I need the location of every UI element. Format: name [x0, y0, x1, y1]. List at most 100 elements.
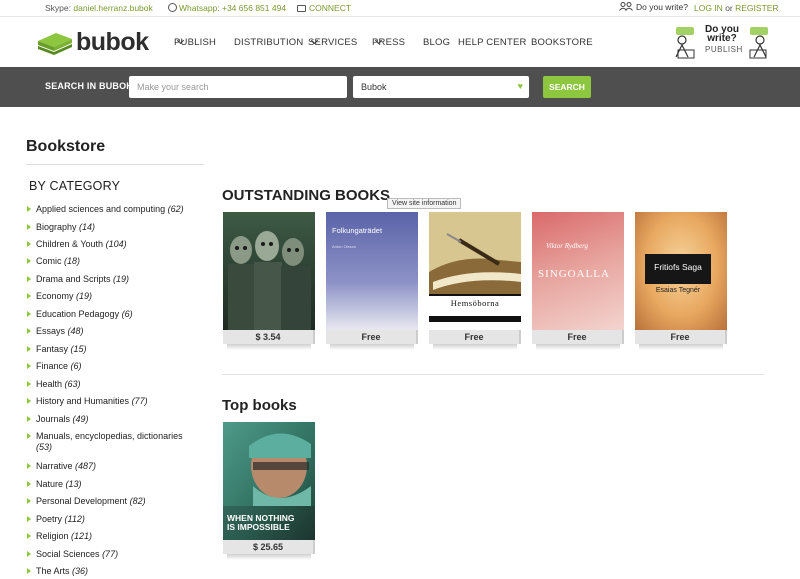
- top-bar: Skype: daniel.herranz.bubok Whatsapp: +3…: [0, 0, 800, 17]
- category-heading: BY CATEGORY: [29, 179, 121, 193]
- cover-title: Fritiofs Saga: [654, 262, 702, 272]
- cover-title: WHEN NOTHING IS IMPOSSIBLE: [227, 513, 295, 532]
- do-you-write-link[interactable]: Do you write?: [619, 2, 688, 12]
- cover-title: Hemsöborna: [450, 298, 500, 308]
- chat-icon: [297, 5, 306, 12]
- book-stack-icon: [38, 33, 72, 55]
- book-card[interactable]: Hemsöborna Free: [429, 212, 521, 350]
- nav-distribution[interactable]: DISTRIBUTION: [234, 37, 303, 48]
- search-label: SEARCH IN BUBOK: [45, 81, 134, 91]
- category-item[interactable]: Health (63): [27, 379, 206, 390]
- site-info-tooltip: View site information: [387, 198, 462, 209]
- book-price: $ 25.65: [223, 540, 315, 554]
- category-item[interactable]: Journals (49): [27, 414, 206, 425]
- skype-contact: Skype: daniel.herranz.bubok: [45, 3, 153, 13]
- pen-and-books-art: [429, 212, 521, 330]
- category-item[interactable]: Finance (6): [27, 361, 206, 372]
- book-price: Free: [635, 330, 727, 344]
- bullet-triangle-icon: [27, 276, 31, 282]
- book-cover[interactable]: Folkungaträdet Anton Olsson: [326, 212, 418, 330]
- book-cover[interactable]: WHEN NOTHING IS IMPOSSIBLE: [223, 422, 315, 540]
- connect-link[interactable]: CONNECT: [297, 3, 351, 13]
- bullet-triangle-icon: [27, 398, 31, 404]
- nav-services[interactable]: SERVICES: [308, 36, 357, 48]
- cover-author: Anton Olsson: [332, 244, 357, 249]
- book-cover[interactable]: [223, 212, 315, 330]
- book-price: Free: [326, 330, 418, 344]
- nav-publish[interactable]: PUBLISH: [174, 36, 216, 48]
- bullet-triangle-icon: [27, 293, 31, 299]
- category-item[interactable]: Personal Development (82): [27, 496, 206, 507]
- whatsapp-icon: [168, 3, 177, 12]
- cover-title: SINGOALLA: [538, 268, 610, 280]
- bullet-triangle-icon: [27, 311, 31, 317]
- book-shadow: [433, 344, 517, 350]
- bullet-triangle-icon: [27, 498, 31, 504]
- category-item[interactable]: Religion (121): [27, 531, 206, 542]
- bullet-triangle-icon: [27, 516, 31, 522]
- bullet-triangle-icon: [27, 416, 31, 422]
- book-price: Free: [429, 330, 521, 344]
- bullet-triangle-icon: [27, 206, 31, 212]
- heart-icon: ♥: [517, 81, 523, 91]
- search-scope-select[interactable]: Bubok ♥: [353, 76, 529, 98]
- main-header: bubok PUBLISH DISTRIBUTION SERVICES PRES…: [0, 17, 800, 67]
- nav-press[interactable]: PRESS: [372, 36, 405, 48]
- category-item[interactable]: Poetry (112): [27, 514, 206, 525]
- skype-link[interactable]: daniel.herranz.bubok: [73, 3, 152, 13]
- category-item[interactable]: Comic (18): [27, 256, 206, 267]
- nav-bookstore[interactable]: BOOKSTORE: [531, 37, 593, 48]
- book-shadow: [227, 344, 311, 350]
- bullet-triangle-icon: [27, 433, 31, 439]
- badge-title: Do you write?: [705, 24, 739, 44]
- book-card[interactable]: Folkungaträdet Anton Olsson Free: [326, 212, 418, 350]
- category-item[interactable]: Drama and Scripts (19): [27, 274, 206, 285]
- search-input[interactable]: Make your search: [129, 76, 347, 98]
- book-card[interactable]: $ 3.54: [223, 212, 315, 350]
- book-shadow: [330, 344, 414, 350]
- book-card[interactable]: Viktor Rydberg SINGOALLA Free: [532, 212, 624, 350]
- category-item[interactable]: Nature (13): [27, 479, 206, 490]
- book-card[interactable]: WHEN NOTHING IS IMPOSSIBLE $ 25.65: [223, 422, 315, 560]
- sidebar: Bookstore BY CATEGORY Applied sciences a…: [26, 138, 204, 576]
- category-item[interactable]: History and Humanities (77): [27, 396, 206, 407]
- people-icon: [619, 2, 633, 11]
- bubok-logo[interactable]: bubok: [36, 27, 149, 57]
- search-button[interactable]: SEARCH: [543, 76, 591, 98]
- category-item[interactable]: Applied sciences and computing (62): [27, 204, 206, 215]
- nav-help-center[interactable]: HELP CENTER: [458, 37, 527, 48]
- bullet-triangle-icon: [27, 241, 31, 247]
- category-item[interactable]: Social Sciences (77): [27, 549, 206, 560]
- login-link[interactable]: LOG IN: [694, 3, 723, 13]
- book-price: Free: [532, 330, 624, 344]
- bullet-triangle-icon: [27, 258, 31, 264]
- category-item[interactable]: Fantasy (15): [27, 344, 206, 355]
- bullet-triangle-icon: [27, 463, 31, 469]
- search-bar: SEARCH IN BUBOK Make your search Bubok ♥…: [0, 67, 800, 107]
- book-cover[interactable]: Viktor Rydberg SINGOALLA: [532, 212, 624, 330]
- sidebar-title: Bookstore: [26, 138, 204, 165]
- category-item[interactable]: Children & Youth (104): [27, 239, 206, 250]
- cover-author: Esaias Tegnér: [655, 287, 701, 294]
- bullet-triangle-icon: [27, 481, 31, 487]
- book-card[interactable]: Fritiofs Saga Esaias Tegnér Free: [635, 212, 727, 350]
- category-item[interactable]: Manuals, encyclopedias, dictionaries (53): [27, 431, 206, 453]
- book-cover[interactable]: Hemsöborna: [429, 212, 521, 330]
- category-item[interactable]: Essays (48): [27, 326, 206, 337]
- category-item[interactable]: The Arts (36): [27, 566, 206, 577]
- top-books-title: Top books: [222, 397, 297, 414]
- bullet-triangle-icon: [27, 533, 31, 539]
- category-item[interactable]: Biography (14): [27, 222, 206, 233]
- category-item[interactable]: Education Pedagogy (6): [27, 309, 206, 320]
- section-divider: [222, 374, 764, 375]
- bullet-triangle-icon: [27, 381, 31, 387]
- nav-blog[interactable]: BLOG: [423, 37, 450, 48]
- bullet-triangle-icon: [27, 568, 31, 574]
- register-link[interactable]: REGISTER: [735, 3, 778, 13]
- badge-publish: PUBLISH: [705, 45, 743, 54]
- category-item[interactable]: Narrative (487): [27, 461, 206, 472]
- whatsapp-link[interactable]: Whatsapp: +34 656 851 494: [168, 3, 286, 13]
- category-item[interactable]: Economy (19): [27, 291, 206, 302]
- book-cover[interactable]: Fritiofs Saga Esaias Tegnér: [635, 212, 727, 330]
- publish-badge[interactable]: Do you write? PUBLISH: [672, 23, 772, 63]
